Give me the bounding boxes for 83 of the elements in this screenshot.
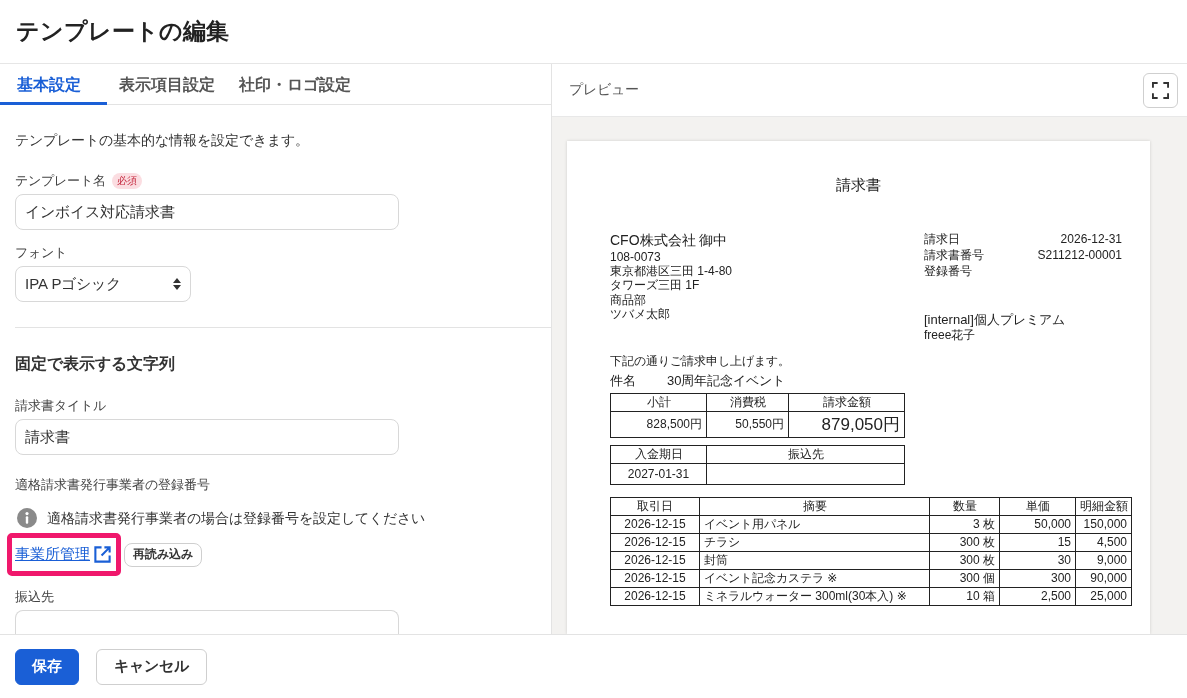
table-header: 取引日	[610, 497, 700, 516]
table-cell: 879,050円	[788, 411, 905, 438]
external-link-icon	[93, 545, 112, 564]
table-cell: 2026-12-15	[610, 587, 700, 606]
table-header: 数量	[929, 497, 1000, 516]
table-cell: 30	[999, 551, 1076, 570]
table-cell: 50,550円	[706, 411, 789, 438]
table-cell: 300	[999, 569, 1076, 588]
table-cell: 9,000	[1075, 551, 1132, 570]
issuer-person: freee花子	[924, 328, 977, 343]
meta-value: S211212-00001	[1037, 247, 1122, 263]
table-cell: チラシ	[699, 533, 930, 552]
info-icon	[17, 508, 37, 528]
table-cell: 2026-12-15	[610, 569, 700, 588]
save-button[interactable]: 保存	[15, 648, 79, 685]
meta-label: 請求書番号	[924, 247, 984, 263]
address-line: タワーズ三田 1F	[610, 278, 701, 292]
tab[interactable]: 社印・ロゴ設定	[227, 64, 363, 105]
meta-label: 請求日	[924, 231, 960, 247]
table-cell: ミネラルウォーター 300ml(30本入) ※	[699, 587, 930, 606]
table-cell: 2026-12-15	[610, 551, 700, 570]
field-label: 振込先	[15, 588, 54, 606]
table-cell: イベント用パネル	[699, 515, 930, 534]
table-header: 消費税	[706, 393, 789, 412]
subject-label: 件名	[610, 372, 637, 390]
fullscreen-button[interactable]	[1143, 72, 1178, 108]
font-select[interactable]: IPA Pゴシック	[15, 266, 191, 302]
table-header: 振込先	[706, 445, 905, 464]
field-label: テンプレート名	[15, 172, 106, 190]
table-cell: 2027-01-31	[610, 463, 707, 485]
table-cell: 828,500円	[610, 411, 707, 438]
preview-title: プレビュー	[569, 81, 639, 99]
table-cell: 4,500	[1075, 533, 1132, 552]
updown-caret-icon	[173, 278, 181, 290]
table-cell: 封筒	[699, 551, 930, 570]
table-cell: 50,000	[999, 515, 1076, 534]
required-tag: 必須	[112, 173, 142, 189]
invoice-title-input[interactable]: 請求書	[15, 419, 399, 455]
address-line: 108-0073	[610, 250, 662, 264]
cancel-button[interactable]: キャンセル	[96, 648, 207, 685]
recipient-name: CFO株式会社 御中	[610, 231, 729, 249]
contact-line: 商品部	[610, 293, 646, 307]
meta-label: 登録番号	[924, 263, 972, 279]
table-cell: 10 箱	[929, 587, 1000, 606]
template-name-input[interactable]: インボイス対応請求書	[15, 194, 399, 230]
table-header: 入金期日	[610, 445, 707, 464]
document-title: 請求書	[835, 175, 882, 195]
table-cell: 2026-12-15	[610, 533, 700, 552]
table-cell: イベント記念カステラ ※	[699, 569, 930, 588]
notice-text: 適格請求書発行事業者の場合は登録番号を設定してください	[47, 509, 425, 528]
description-text: テンプレートの基本的な情報を設定できます。	[15, 131, 309, 150]
table-header: 小計	[610, 393, 707, 412]
table-header: 明細金額	[1075, 497, 1132, 516]
table-header: 請求金額	[788, 393, 905, 412]
address-line: 東京都港区三田 1-4-80	[610, 264, 733, 278]
table-cell: 300 個	[929, 569, 1000, 588]
table-header: 単価	[999, 497, 1076, 516]
table-cell: 150,000	[1075, 515, 1132, 534]
bank-account-input[interactable]	[15, 610, 399, 634]
reload-button[interactable]: 再読み込み	[124, 542, 202, 567]
table-header: 摘要	[699, 497, 930, 516]
contact-line: ツバメ太郎	[610, 307, 671, 321]
fullscreen-icon	[1152, 81, 1169, 99]
field-label: 適格請求書発行事業者の登録番号	[15, 476, 210, 494]
table-cell: 300 枚	[929, 551, 1000, 570]
subject-value: 30周年記念イベント	[667, 372, 786, 390]
table-cell: 15	[999, 533, 1076, 552]
meta-value: 2026-12-31	[1060, 231, 1122, 247]
tab[interactable]: 基本設定	[0, 64, 107, 105]
table-cell: 25,000	[1075, 587, 1132, 606]
office-management-link[interactable]: 事業所管理	[15, 545, 112, 564]
issuer-name: [internal]個人プレミアム	[924, 311, 1066, 328]
table-cell: 2026-12-15	[610, 515, 700, 534]
page-title: テンプレートの編集	[16, 17, 229, 46]
table-cell: 90,000	[1075, 569, 1132, 588]
greeting-text: 下記の通りご請求申し上げます。	[610, 354, 791, 369]
table-cell: 3 枚	[929, 515, 1000, 534]
section-heading: 固定で表示する文字列	[15, 354, 175, 374]
field-label: フォント	[15, 244, 67, 262]
field-label: 請求書タイトル	[15, 397, 106, 415]
table-cell: 300 枚	[929, 533, 1000, 552]
tab[interactable]: 表示項目設定	[107, 64, 227, 105]
table-cell: 2,500	[999, 587, 1076, 606]
